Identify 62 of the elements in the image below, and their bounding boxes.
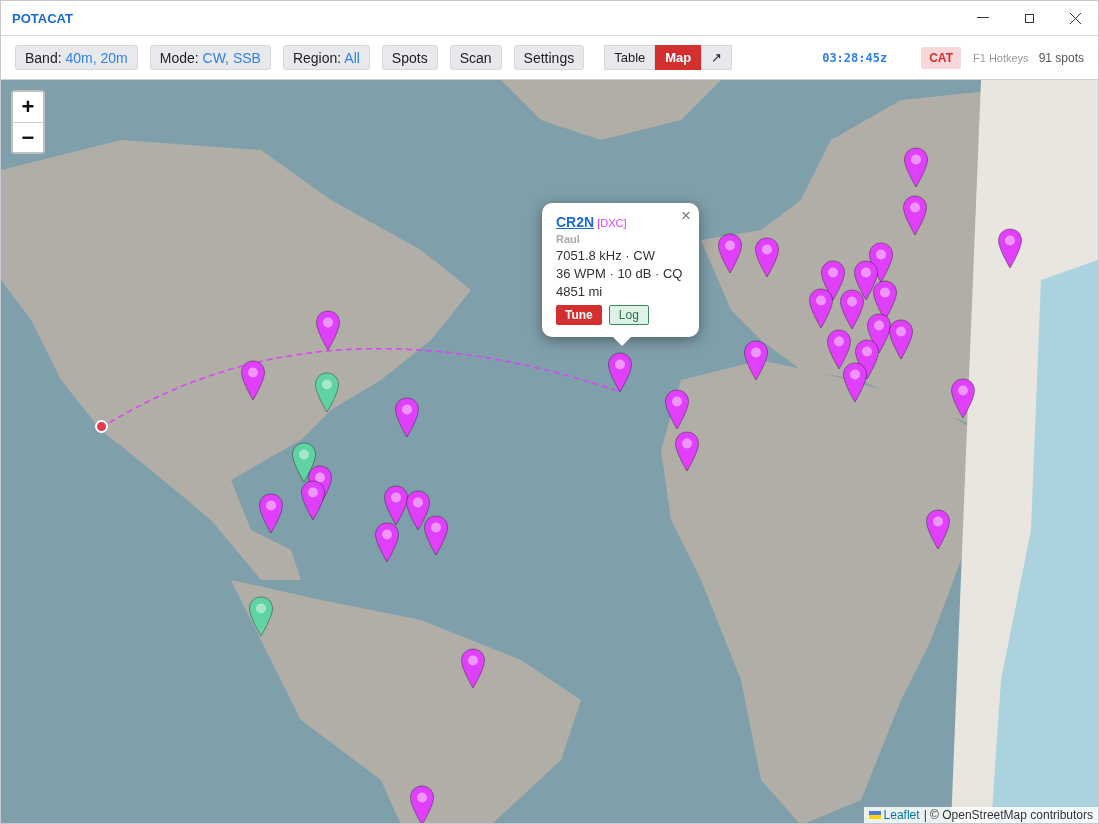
toolbar-button[interactable]: Spots [381,45,438,70]
map-pin-icon[interactable] [820,260,846,301]
popout-button[interactable]: ↗ [701,45,733,70]
spot-source: [DXC] [597,217,627,229]
map-pin-icon[interactable] [868,242,894,283]
map-pin-icon[interactable] [315,310,341,351]
map-pin-icon[interactable] [607,352,633,393]
map-pin-icon[interactable] [925,509,951,550]
view-tab[interactable]: Map [655,45,702,70]
filter-button[interactable]: Mode: CW, SSB [149,45,271,70]
map-pin-icon[interactable] [248,596,274,637]
tune-button[interactable]: Tune [556,305,602,325]
map-pin-icon[interactable] [854,339,880,380]
spot-detail: 7051.8 kHz · CW [556,248,656,263]
spot-count: 91 spots [1038,50,1084,65]
toolbar-button[interactable]: Settings [513,45,585,70]
leaflet-link[interactable]: Leaflet [868,808,920,822]
map-pin-icon[interactable] [664,389,690,430]
map-pin-icon[interactable] [258,493,284,534]
map-pin-icon[interactable] [240,360,266,401]
view-tab[interactable]: Table [604,45,656,70]
callsign-link[interactable]: CR2N [556,214,595,230]
toolbar-button[interactable]: Scan [449,45,502,70]
map-pin-icon[interactable] [997,228,1023,269]
map-pin-icon[interactable] [743,340,769,381]
spot-detail: 36 WPM · 10 dB · CQ [556,266,684,281]
map-pin-icon[interactable] [866,313,892,354]
flag-icon [868,811,881,819]
window-title: POTACAT [12,10,74,26]
map-pin-icon[interactable] [754,237,780,278]
map-pin-icon[interactable] [826,329,852,370]
log-button[interactable]: Log [608,305,649,325]
filter-button[interactable]: Band: 40m, 20m [15,45,138,70]
utc-clock: 03:28:45z [822,50,888,65]
map-pin-icon[interactable] [903,147,929,188]
zoom-out-button[interactable]: − [13,122,43,152]
home-location-icon [95,420,108,433]
map-pin-icon[interactable] [291,442,317,483]
map-pin-icon[interactable] [888,319,914,360]
operator-name: Raul [556,233,581,245]
map-pin-icon[interactable] [300,480,326,521]
popup-close-button[interactable]: × [681,206,691,226]
map-pin-icon[interactable] [808,288,834,329]
map-pin-icon[interactable] [374,522,400,563]
map-pin-icon[interactable] [717,233,743,274]
map-pin-icon[interactable] [405,490,431,531]
map-pin-icon[interactable] [409,785,435,823]
filter-button[interactable]: Region: All [282,45,370,70]
map-pin-icon[interactable] [674,431,700,472]
map-pin-icon[interactable] [950,378,976,419]
map-pin-icon[interactable] [314,372,340,413]
spot-detail: 4851 mi [556,284,604,299]
map-pin-icon[interactable] [423,515,449,556]
map-pin-icon[interactable] [394,397,420,438]
cat-badge: CAT [921,46,961,69]
map-pin-icon[interactable] [853,260,879,301]
map-pin-icon[interactable] [460,648,486,689]
map-pin-icon[interactable] [839,289,865,330]
attribution-text: | © OpenStreetMap contributors [923,808,1093,822]
map-pin-icon[interactable] [842,362,868,403]
map-pin-icon[interactable] [902,195,928,236]
map-pin-icon[interactable] [383,485,409,526]
